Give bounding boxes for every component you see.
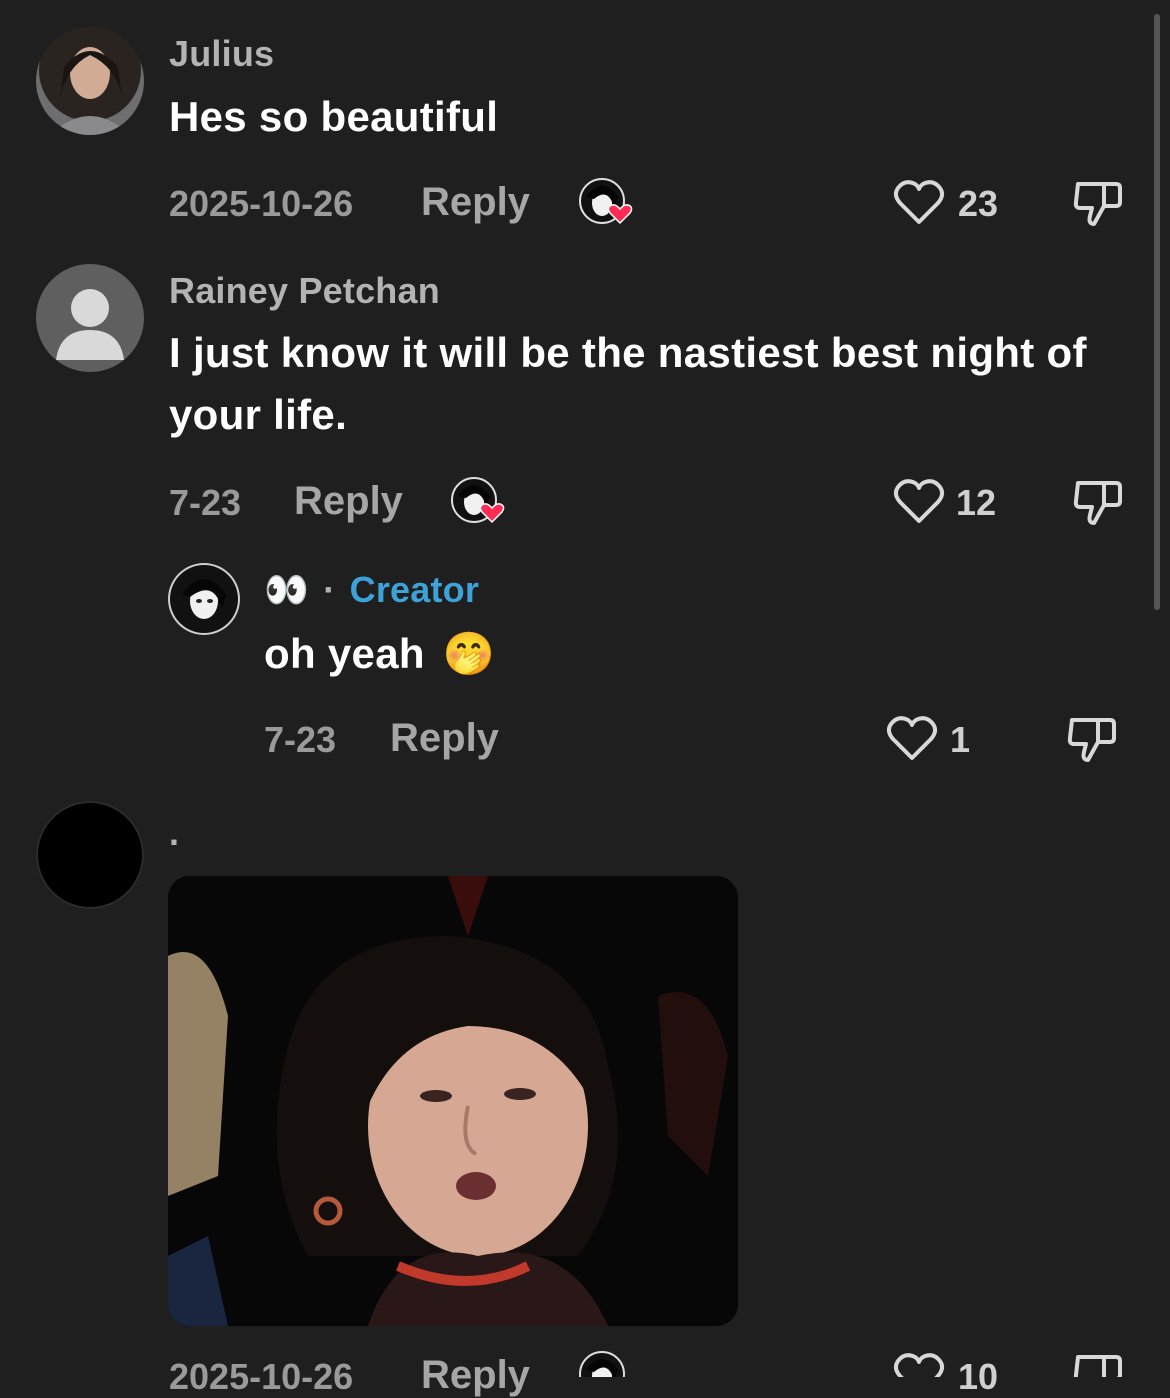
- dislike-icon[interactable]: [1072, 1351, 1124, 1377]
- comment-date: 2025-10-26: [169, 1356, 354, 1397]
- like-heart-icon[interactable]: [893, 477, 945, 525]
- like-count: 23: [958, 183, 999, 224]
- creator-liked-avatar-icon: [450, 476, 510, 528]
- like-heart-icon[interactable]: [893, 178, 945, 226]
- dislike-icon[interactable]: [1072, 477, 1124, 529]
- dislike-icon[interactable]: [1066, 714, 1118, 766]
- comment-text: Hes so beautiful: [169, 93, 499, 140]
- comment-username[interactable]: Julius: [169, 33, 274, 75]
- reply-text: oh yeah 🤭: [264, 623, 495, 685]
- creator-badge: Creator: [349, 569, 480, 610]
- creator-liked-avatar-icon: [578, 1350, 638, 1377]
- avatar[interactable]: [36, 27, 144, 135]
- reply-username[interactable]: 👀 · Creator: [264, 569, 479, 611]
- avatar[interactable]: [36, 801, 144, 909]
- creator-avatar[interactable]: [168, 563, 240, 635]
- like-count: 1: [950, 719, 971, 760]
- default-user-icon: [56, 289, 124, 360]
- comment-date: 7-23: [169, 482, 242, 523]
- like-heart-icon[interactable]: [893, 1351, 945, 1377]
- hand-over-mouth-emoji: 🤭: [442, 630, 496, 677]
- reply-button[interactable]: Reply: [390, 716, 499, 761]
- eyes-emoji: 👀: [264, 569, 310, 610]
- reply-button[interactable]: Reply: [421, 180, 530, 225]
- gif-image[interactable]: [168, 876, 738, 1326]
- comment-text: I just know it will be the nastiest best…: [169, 329, 1087, 438]
- like-count: 12: [956, 482, 997, 523]
- like-count: 10: [958, 1356, 999, 1397]
- creator-face-icon: [182, 579, 226, 619]
- comment-date: 2025-10-26: [169, 183, 354, 224]
- like-heart-icon[interactable]: [886, 714, 938, 762]
- dislike-icon[interactable]: [1072, 178, 1124, 230]
- reply-date: 7-23: [264, 719, 337, 760]
- reply-button[interactable]: Reply: [294, 479, 403, 524]
- avatar-photo-icon: [50, 47, 130, 135]
- comment-username[interactable]: Rainey Petchan: [169, 270, 440, 312]
- reply-button[interactable]: Reply: [421, 1353, 530, 1398]
- creator-liked-avatar-icon: [578, 177, 638, 229]
- reply-text-content: oh yeah: [264, 630, 425, 677]
- avatar[interactable]: [36, 264, 144, 372]
- comment-username[interactable]: .: [169, 812, 179, 854]
- separator: ·: [323, 569, 336, 610]
- scrollbar[interactable]: [1154, 14, 1160, 610]
